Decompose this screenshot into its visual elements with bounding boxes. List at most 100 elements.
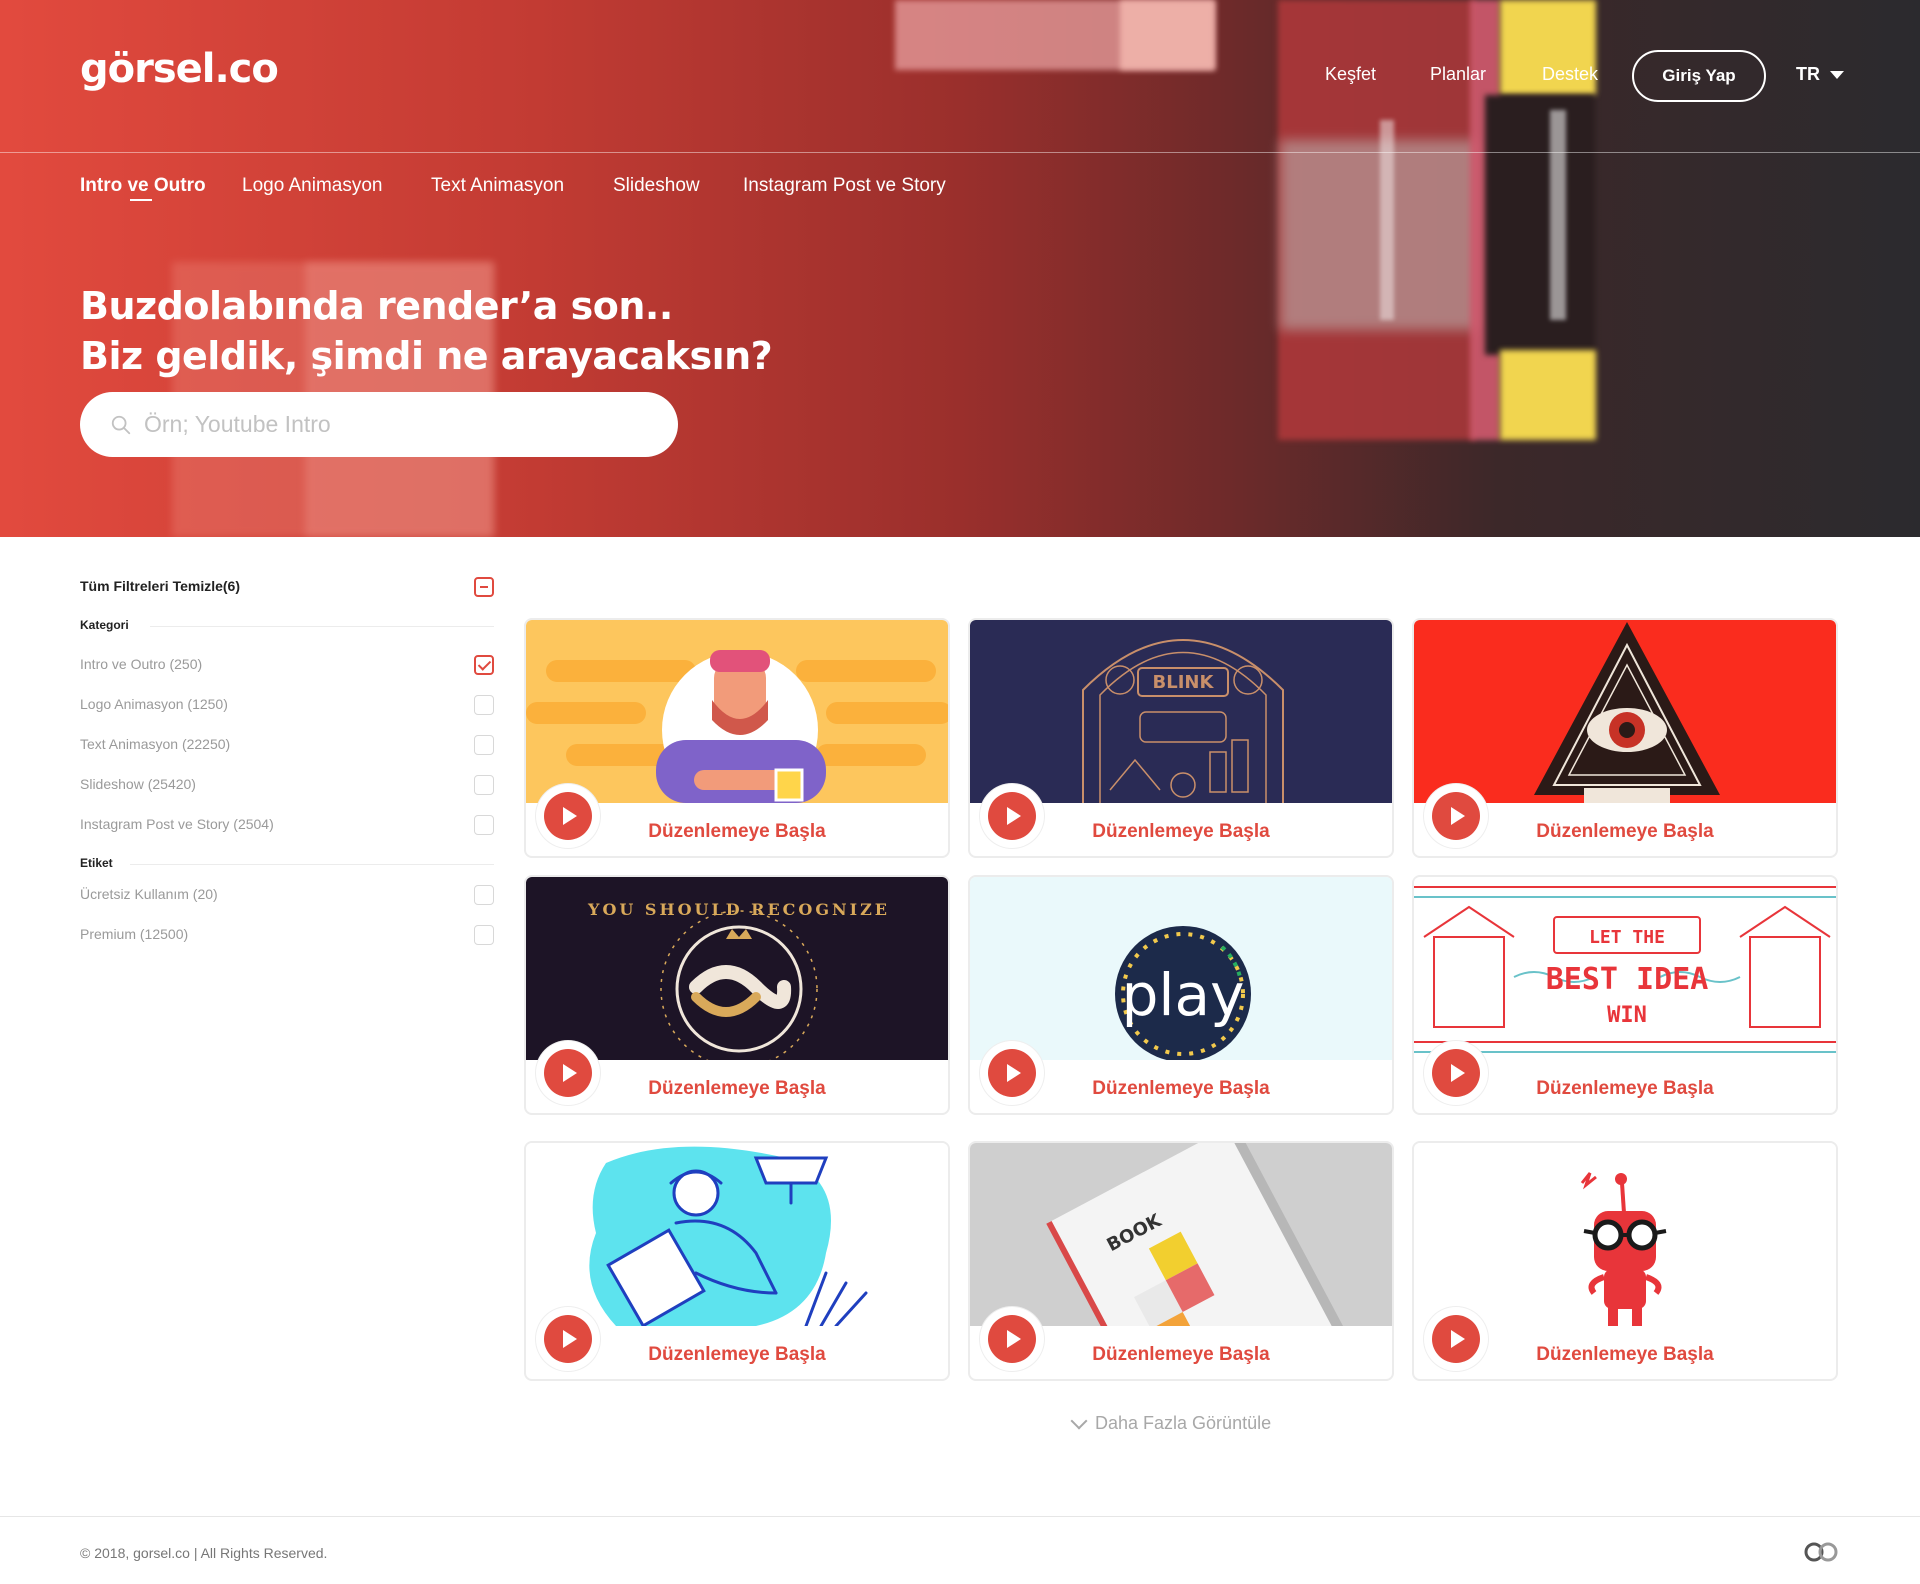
card-thumbnail[interactable]: LET THE BEST IDEA WIN xyxy=(1414,877,1836,1060)
search-bar[interactable] xyxy=(80,392,678,457)
card-thumbnail[interactable]: play xyxy=(970,877,1392,1060)
play-icon xyxy=(1451,1330,1465,1348)
template-card[interactable]: BLINK Düzenlemeye Başla xyxy=(968,618,1394,858)
blink-text: BLINK xyxy=(1153,672,1215,693)
template-card[interactable]: Düzenlemeye Başla xyxy=(524,1141,950,1381)
play-logo-text: play xyxy=(1122,961,1245,1029)
filter-text-animasyon[interactable]: Text Animasyon (22250) xyxy=(80,736,230,752)
card-thumbnail[interactable] xyxy=(526,620,948,803)
site-logo[interactable]: görsel.co xyxy=(80,46,279,92)
pyramid-eye xyxy=(1414,620,1836,803)
man-drawing-illustration xyxy=(526,1143,948,1326)
template-card[interactable]: Düzenlemeye Başla xyxy=(1412,618,1838,858)
filter-slideshow[interactable]: Slideshow (25420) xyxy=(80,776,196,792)
filter-intro-outro[interactable]: Intro ve Outro (250) xyxy=(80,656,202,672)
card-thumbnail[interactable] xyxy=(1414,1143,1836,1326)
play-icon xyxy=(563,1330,577,1348)
let-the-best-idea-win: LET THE BEST IDEA WIN xyxy=(1414,877,1836,1060)
book-mockup: BOOK xyxy=(970,1143,1392,1326)
play-icon xyxy=(1451,1064,1465,1082)
language-label: TR xyxy=(1796,64,1820,84)
play-button[interactable] xyxy=(980,784,1044,848)
card-thumbnail[interactable]: BLINK xyxy=(970,620,1392,803)
filter-group-title: Etiket xyxy=(80,856,113,870)
tab-intro-outro[interactable]: Intro ve Outro xyxy=(80,175,206,197)
tab-instagram[interactable]: Instagram Post ve Story xyxy=(743,175,946,197)
checkbox-text-animasyon[interactable] xyxy=(474,735,494,755)
checkbox-logo-animasyon[interactable] xyxy=(474,695,494,715)
card-thumbnail[interactable] xyxy=(526,1143,948,1326)
group-divider xyxy=(150,626,494,627)
copyright-text: © 2018, gorsel.co | All Rights Reserved. xyxy=(80,1545,328,1561)
red-robot-glasses xyxy=(1414,1143,1836,1326)
checkbox-ucretsiz[interactable] xyxy=(474,885,494,905)
load-more-label: Daha Fazla Görüntüle xyxy=(1095,1413,1272,1433)
play-button[interactable] xyxy=(536,1041,600,1105)
play-icon xyxy=(1007,1064,1021,1082)
nav-link-destek[interactable]: Destek xyxy=(1542,64,1598,85)
tab-logo-animasyon[interactable]: Logo Animasyon xyxy=(242,175,383,197)
template-card[interactable]: LET THE BEST IDEA WIN Düzenlemeye Başla xyxy=(1412,875,1838,1115)
play-button[interactable] xyxy=(536,1307,600,1371)
play-icon xyxy=(1451,807,1465,825)
hero-headline: Buzdolabında render’a son.. Biz geldik, … xyxy=(80,281,773,381)
play-logo: play xyxy=(970,877,1392,1060)
play-button[interactable] xyxy=(536,784,600,848)
template-card[interactable]: BOOK Düzenlemeye Başla xyxy=(968,1141,1394,1381)
tab-text-animasyon[interactable]: Text Animasyon xyxy=(431,175,564,197)
headline-line-2: Biz geldik, şimdi ne arayacaksın? xyxy=(80,334,773,378)
blink-line-art: BLINK xyxy=(970,620,1392,803)
template-card[interactable]: Düzenlemeye Başla xyxy=(524,618,950,858)
hero-bg-shape xyxy=(1485,95,1595,355)
badge-text: YOU SHOULD RECOGNIZE xyxy=(587,900,890,919)
search-icon xyxy=(111,415,131,434)
clear-filters-label[interactable]: Tüm Filtreleri Temizle(6) xyxy=(80,578,240,594)
clear-filters-button[interactable] xyxy=(474,577,494,597)
template-card[interactable]: Düzenlemeye Başla xyxy=(1412,1141,1838,1381)
checkbox-premium[interactable] xyxy=(474,925,494,945)
play-button[interactable] xyxy=(1424,1041,1488,1105)
filter-ucretsiz[interactable]: Ücretsiz Kullanım (20) xyxy=(80,886,218,902)
play-button[interactable] xyxy=(980,1307,1044,1371)
brand-mark-icon xyxy=(1804,1542,1838,1562)
card-text-line-3: WIN xyxy=(1607,1003,1647,1028)
hero-bg-shape xyxy=(1550,110,1566,320)
template-card[interactable]: YOU SHOULD RECOGNIZE Düzenlemeye Başla xyxy=(524,875,950,1115)
snake-badge: YOU SHOULD RECOGNIZE xyxy=(526,877,948,1060)
nav-link-kesfet[interactable]: Keşfet xyxy=(1325,64,1376,85)
play-button[interactable] xyxy=(1424,1307,1488,1371)
card-thumbnail[interactable]: YOU SHOULD RECOGNIZE xyxy=(526,877,948,1060)
checkbox-instagram[interactable] xyxy=(474,815,494,835)
chevron-down-icon xyxy=(1830,70,1844,79)
filter-premium[interactable]: Premium (12500) xyxy=(80,926,188,942)
hero-bg-shape xyxy=(1120,0,1215,70)
card-thumbnail[interactable]: BOOK xyxy=(970,1143,1392,1326)
nav-link-planlar[interactable]: Planlar xyxy=(1430,64,1486,85)
footer: © 2018, gorsel.co | All Rights Reserved. xyxy=(0,1516,1920,1584)
login-button[interactable]: Giriş Yap xyxy=(1632,50,1766,102)
play-icon xyxy=(563,1064,577,1082)
play-button[interactable] xyxy=(1424,784,1488,848)
card-thumbnail[interactable] xyxy=(1414,620,1836,803)
tab-slideshow[interactable]: Slideshow xyxy=(613,175,700,197)
checkbox-intro-outro[interactable] xyxy=(474,655,494,675)
chevron-down-icon xyxy=(1070,1412,1088,1429)
bearded-man-illustration xyxy=(526,620,948,803)
load-more-button[interactable]: Daha Fazla Görüntüle xyxy=(1070,1412,1272,1434)
play-icon xyxy=(563,807,577,825)
hero-bg-shape xyxy=(1500,350,1596,440)
headline-line-1: Buzdolabında render’a son.. xyxy=(80,284,673,328)
search-input[interactable] xyxy=(144,411,644,438)
play-button[interactable] xyxy=(980,1041,1044,1105)
language-selector[interactable]: TR xyxy=(1796,64,1844,85)
header-divider xyxy=(0,152,1920,153)
template-card[interactable]: play Düzenlemeye Başla xyxy=(968,875,1394,1115)
card-text-line-1: LET THE xyxy=(1589,927,1665,948)
play-icon xyxy=(1007,1330,1021,1348)
filter-instagram[interactable]: Instagram Post ve Story (2504) xyxy=(80,816,274,832)
checkbox-slideshow[interactable] xyxy=(474,775,494,795)
filter-logo-animasyon[interactable]: Logo Animasyon (1250) xyxy=(80,696,228,712)
group-divider xyxy=(130,864,494,865)
filter-group-title: Kategori xyxy=(80,618,129,632)
play-icon xyxy=(1007,807,1021,825)
